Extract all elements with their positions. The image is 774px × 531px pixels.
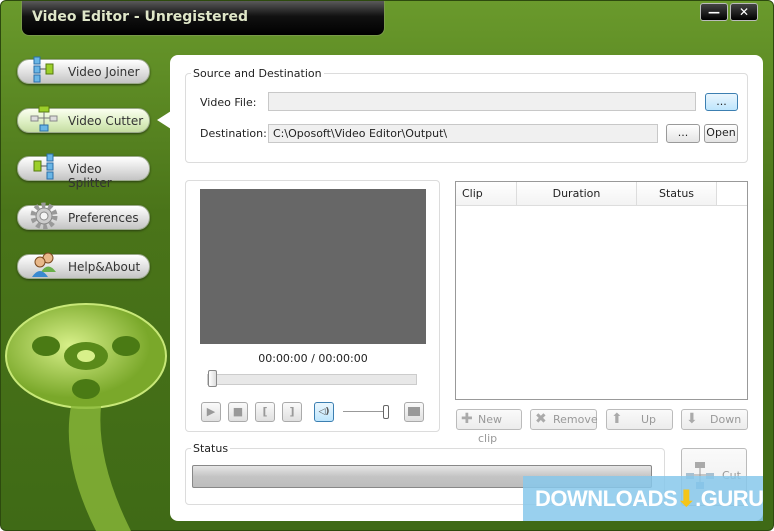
sidebar-item-preferences[interactable]: Preferences	[17, 202, 150, 230]
watermark: DOWNLOADS⬇.GURU	[523, 476, 764, 521]
users-icon	[32, 252, 56, 277]
sidebar-item-video-splitter[interactable]: Video Splitter	[17, 153, 150, 190]
sidebar-item-video-joiner[interactable]: Video Joiner	[17, 56, 150, 84]
video-preview	[200, 189, 426, 344]
sidebar-item-label: Video Cutter	[68, 114, 144, 128]
video-file-label: Video File:	[200, 96, 257, 109]
gear-icon	[30, 202, 58, 230]
column-status[interactable]: Status	[637, 182, 717, 205]
sidebar-item-label: Preferences	[68, 211, 139, 225]
sidebar-item-label: Video Splitter	[68, 162, 112, 190]
seek-bar[interactable]	[207, 374, 417, 385]
video-file-input[interactable]	[268, 92, 696, 111]
button-label: Up	[641, 413, 657, 426]
stop-button[interactable]: ■	[228, 402, 248, 422]
volume-track[interactable]	[343, 411, 385, 412]
sidebar-item-label: Video Joiner	[68, 65, 140, 79]
title-bar: Video Editor - Unregistered	[21, 1, 385, 36]
new-clip-button[interactable]: ✚ New clip	[456, 409, 522, 445]
snapshot-icon	[408, 407, 420, 416]
button-label: New clip	[478, 413, 502, 445]
button-label: Remove	[553, 413, 598, 426]
destination-input[interactable]: C:\Oposoft\Video Editor\Output\	[268, 124, 658, 143]
window-title: Video Editor - Unregistered	[32, 9, 249, 25]
down-button[interactable]: ⬇ Down	[681, 409, 748, 430]
header-divider	[456, 205, 747, 206]
active-pointer	[157, 111, 171, 129]
volume-icon[interactable]: ◁)	[314, 402, 334, 422]
arrow-up-icon: ⬆	[611, 411, 623, 427]
mark-out-button[interactable]: ]	[282, 402, 302, 422]
browse-video-button[interactable]: ...	[705, 93, 738, 111]
x-icon: ✖	[535, 411, 547, 427]
snapshot-button[interactable]	[404, 402, 424, 422]
source-group	[185, 73, 748, 163]
film-reel-logo	[5, 303, 167, 531]
open-button[interactable]: Open	[704, 124, 738, 143]
minimize-button[interactable]: —	[700, 3, 728, 21]
volume-handle[interactable]	[383, 405, 389, 419]
seek-handle[interactable]	[208, 370, 217, 387]
arrow-down-icon: ⬇	[686, 411, 698, 427]
clip-list[interactable]	[455, 181, 748, 400]
time-display: 00:00:00 / 00:00:00	[258, 352, 368, 365]
plus-icon: ✚	[461, 411, 473, 427]
watermark-right: .GURU	[695, 486, 764, 511]
browse-destination-button[interactable]: ...	[666, 124, 700, 143]
status-group-label: Status	[191, 442, 231, 455]
source-group-label: Source and Destination	[191, 67, 324, 80]
download-icon: ⬇	[677, 486, 696, 511]
play-button[interactable]: ▶	[201, 402, 221, 422]
destination-label: Destination:	[200, 127, 267, 140]
mark-in-button[interactable]: [	[255, 402, 275, 422]
sidebar-item-help-about[interactable]: Help&About	[17, 252, 150, 279]
watermark-left: DOWNLOADS	[535, 486, 678, 511]
close-button[interactable]: ✕	[730, 3, 758, 21]
remove-button[interactable]: ✖ Remove	[530, 409, 598, 430]
joiner-icon	[33, 56, 54, 83]
button-label: Down	[710, 413, 742, 426]
cutter-icon	[30, 105, 58, 132]
sidebar-item-label: Help&About	[68, 260, 141, 274]
splitter-icon	[33, 153, 54, 180]
up-button[interactable]: ⬆ Up	[606, 409, 673, 430]
column-duration[interactable]: Duration	[517, 182, 637, 205]
sidebar-item-video-cutter[interactable]: Video Cutter	[17, 105, 150, 133]
column-clip[interactable]: Clip	[456, 182, 517, 205]
